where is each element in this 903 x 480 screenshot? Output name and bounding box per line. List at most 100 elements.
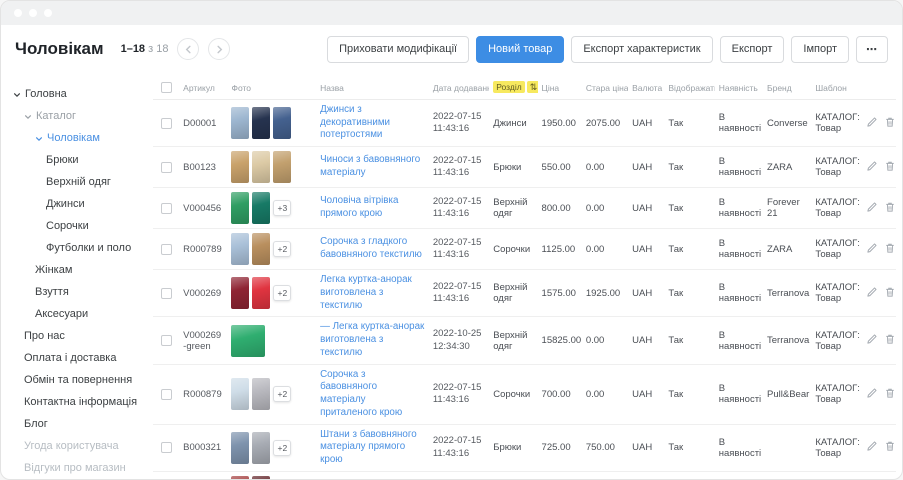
sidebar-item[interactable]: Відгуки про магазин [13,457,149,479]
edit-icon[interactable] [866,286,878,298]
edit-icon[interactable] [866,160,878,172]
display-cell: Так [664,471,714,479]
window-control-dot[interactable] [14,9,22,17]
sidebar-item[interactable]: Головна [13,83,149,105]
edit-icon[interactable] [866,201,878,213]
date-added-cell: 2022-07-1511:43:16 [429,188,489,229]
sidebar-item[interactable]: Чоловікам [13,127,149,149]
prev-page-button[interactable] [177,38,199,60]
column-header[interactable]: Розділ⇅ [489,75,537,100]
product-name-link[interactable]: Чоловіча вітрівка прямого крою [320,195,425,220]
product-photo [252,476,270,479]
pagination-label: 1–18 з 18 [121,43,169,55]
sidebar-item[interactable]: Угода користувача [13,435,149,457]
column-header[interactable]: Шаблон [811,75,861,100]
edit-icon[interactable] [866,440,878,452]
chevron-down-icon [24,113,32,121]
column-header[interactable]: Бренд [763,75,811,100]
column-header[interactable]: Ціна [538,75,582,100]
more-photos-badge[interactable]: +2 [273,386,291,402]
product-name-link[interactable]: — Легка куртка-анорак виготовлена з текс… [320,321,425,359]
delete-icon[interactable] [884,160,896,172]
display-cell: Так [664,100,714,147]
product-name-link[interactable]: Сорочка з гладкого бавовняного текстилю [320,236,425,261]
more-actions-button[interactable]: ⋯ [856,36,888,63]
export-button[interactable]: Експорт [720,36,785,63]
sidebar-item[interactable]: Обмін та повернення [13,369,149,391]
sidebar-item[interactable]: Взуття [13,281,149,303]
edit-icon[interactable] [866,242,878,254]
column-header[interactable]: Фото [227,75,316,100]
export-characteristics-button[interactable]: Експорт характеристик [571,36,712,63]
column-header[interactable]: Валюта [628,75,664,100]
chevron-down-icon [13,91,21,99]
row-checkbox[interactable] [161,203,172,214]
sidebar-item[interactable]: Футболки и поло [13,237,149,259]
new-product-button[interactable]: Новий товар [476,36,564,63]
availability-cell: В наявності [715,364,763,424]
more-photos-badge[interactable]: +3 [273,200,291,216]
display-cell: Так [664,424,714,471]
sidebar-item[interactable]: Каталог [13,105,149,127]
more-photos-badge[interactable]: +2 [273,440,291,456]
delete-icon[interactable] [884,440,896,452]
select-all-checkbox[interactable] [161,82,172,93]
column-header[interactable]: Назва [316,75,429,100]
delete-icon[interactable] [884,333,896,345]
sku-cell: V000456 [179,188,227,229]
product-name-link[interactable]: Сорочка з бавовняного матеріалу притален… [320,369,425,420]
sidebar-item[interactable]: Верхній одяг [13,171,149,193]
product-photo [252,277,270,309]
delete-icon[interactable] [884,116,896,128]
row-checkbox[interactable] [161,389,172,400]
delete-icon[interactable] [884,242,896,254]
section-cell: Сорочки [489,364,537,424]
row-checkbox[interactable] [161,162,172,173]
edit-icon[interactable] [866,333,878,345]
photo-cell [227,147,316,188]
table-row: V000456 +3 Чоловіча вітрівка прямого крою2… [153,188,896,229]
column-header[interactable]: Дата додавання [429,75,489,100]
row-checkbox[interactable] [161,442,172,453]
column-header[interactable]: Відображати [664,75,714,100]
column-header[interactable] [862,75,896,100]
window-control-dot[interactable] [29,9,37,17]
product-photo [231,378,249,410]
import-button[interactable]: Імпорт [791,36,849,63]
sidebar-item[interactable]: Оплата і доставка [13,347,149,369]
sidebar-item[interactable]: Аксесуари [13,303,149,325]
row-checkbox[interactable] [161,118,172,129]
edit-icon[interactable] [866,116,878,128]
row-checkbox[interactable] [161,288,172,299]
sort-icon[interactable]: ⇅ [527,81,538,93]
product-name-link[interactable]: Легка куртка-анорак виготовлена з тексти… [320,274,425,312]
product-name-link[interactable]: Джинси з декоративними потертостями [320,104,425,142]
date-added-cell: 2022-07-1511:43:16 [429,424,489,471]
sidebar-item[interactable]: Сорочки [13,215,149,237]
hide-modifications-button[interactable]: Приховати модифікації [327,36,469,63]
next-page-button[interactable] [208,38,230,60]
edit-icon[interactable] [866,387,878,399]
delete-icon[interactable] [884,286,896,298]
more-photos-badge[interactable]: +2 [273,241,291,257]
row-checkbox[interactable] [161,244,172,255]
sidebar-item-label: Взуття [35,281,69,303]
product-name-link[interactable]: Штани з бавовняного матеріалу прямого кр… [320,429,425,467]
name-cell: Чоловіча вітрівка прямого крою [316,188,429,229]
sidebar-item[interactable]: Про нас [13,325,149,347]
column-header[interactable]: Артикул [179,75,227,100]
sidebar-item[interactable]: Блог [13,413,149,435]
sidebar-item[interactable]: Джинси [13,193,149,215]
window-control-dot[interactable] [44,9,52,17]
row-checkbox[interactable] [161,335,172,346]
table-header-row: АртикулФотоНазваДата додаванняРозділ⇅Цін… [153,75,896,100]
sidebar-item[interactable]: Контактна інформація [13,391,149,413]
product-name-link[interactable]: Чиноси з бавовняного матеріалу [320,154,425,179]
more-photos-badge[interactable]: +2 [273,285,291,301]
delete-icon[interactable] [884,201,896,213]
column-header[interactable]: Наявність [715,75,763,100]
sidebar-item[interactable]: Брюки [13,149,149,171]
column-header[interactable]: Стара ціна [582,75,628,100]
sidebar-item[interactable]: Жінкам [13,259,149,281]
delete-icon[interactable] [884,387,896,399]
